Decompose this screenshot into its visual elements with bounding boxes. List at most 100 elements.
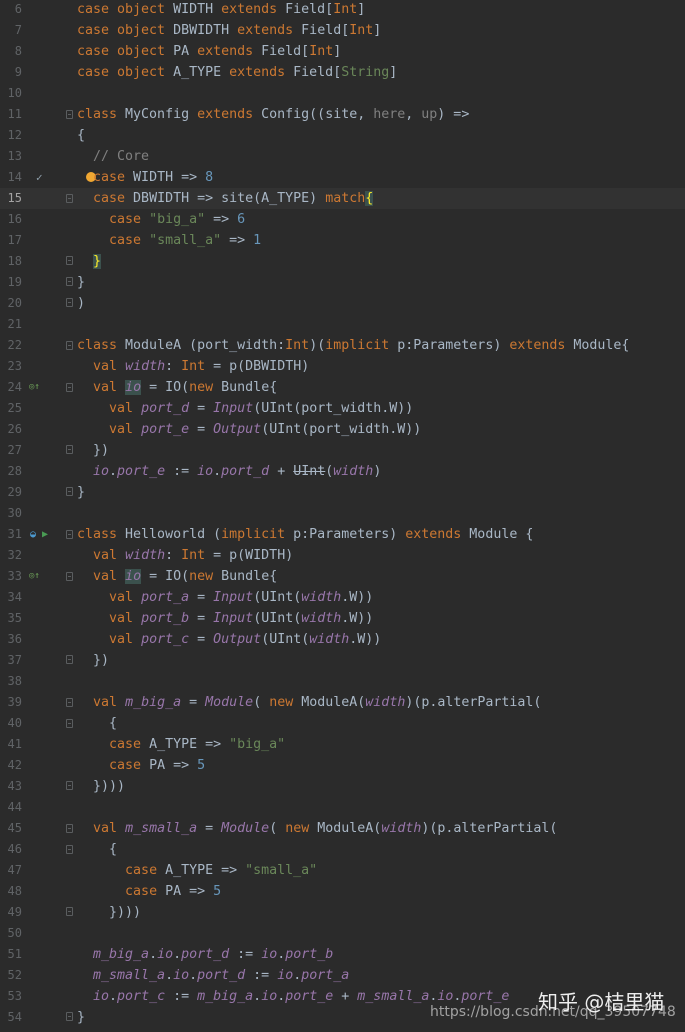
code-line[interactable]: 26 val port_e = Output(UInt(port_width.W…	[0, 419, 685, 440]
code-line[interactable]: 32 val width: Int = p(WIDTH)	[0, 545, 685, 566]
code-line[interactable]: 30	[0, 503, 685, 524]
code-line[interactable]: 16 case "big_a" => 6	[0, 209, 685, 230]
fold-marker-icon[interactable]	[66, 383, 73, 392]
code-line[interactable]: 28 io.port_e := io.port_d + UInt(width)	[0, 461, 685, 482]
code-text: val m_big_a = Module( new ModuleA(width)…	[93, 695, 542, 710]
code-line[interactable]: 22 class ModuleA (port_width:Int)(implici…	[0, 335, 685, 356]
line-number: 30	[7, 506, 22, 520]
code-line[interactable]: 40 {	[0, 713, 685, 734]
code-line[interactable]: 34 val port_a = Input(UInt(width.W))	[0, 587, 685, 608]
code-line[interactable]: 35 val port_b = Input(UInt(width.W))	[0, 608, 685, 629]
code-line[interactable]: 49 })))	[0, 902, 685, 923]
code-text: m_small_a.io.port_d := io.port_a	[93, 968, 350, 983]
code-line[interactable]: 31 ◒ ▶ class Helloworld (implicit p:Paramet…	[0, 524, 685, 545]
code-line[interactable]: 52 m_small_a.io.port_d := io.port_a	[0, 965, 685, 986]
fold-marker-icon[interactable]	[66, 194, 73, 203]
line-number: 16	[7, 212, 22, 226]
code-line[interactable]: 18 }	[0, 251, 685, 272]
fold-marker-icon[interactable]	[66, 572, 73, 581]
fold-marker-icon[interactable]	[66, 655, 73, 664]
fold-marker-icon[interactable]	[66, 110, 73, 119]
line-number: 21	[7, 317, 22, 331]
code-line[interactable]: 38	[0, 671, 685, 692]
code-text: class MyConfig extends Config((site, her…	[77, 107, 470, 122]
code-text: {	[77, 128, 86, 143]
code-line[interactable]: 23 val width: Int = p(DBWIDTH)	[0, 356, 685, 377]
line-number: 31	[7, 527, 22, 541]
line-number: 11	[7, 107, 22, 121]
code-text: val port_e = Output(UInt(port_width.W))	[109, 422, 422, 437]
line-number: 50	[7, 926, 22, 940]
line-number: 19	[7, 275, 22, 289]
code-line[interactable]: 27 })	[0, 440, 685, 461]
code-line[interactable]: 48 case PA => 5	[0, 881, 685, 902]
fold-marker-icon[interactable]	[66, 277, 73, 286]
line-number: 54	[7, 1010, 22, 1024]
code-line[interactable]: 20)	[0, 293, 685, 314]
fold-marker-icon[interactable]	[66, 1012, 73, 1021]
code-line[interactable]: 17 case "small_a" => 1	[0, 230, 685, 251]
code-line[interactable]: 43 })))	[0, 776, 685, 797]
code-line[interactable]: 11 class MyConfig extends Config((site, h…	[0, 104, 685, 125]
override-icon[interactable]: ◎↑	[29, 377, 40, 398]
code-line[interactable]: 15 case DBWIDTH => site(A_TYPE) match{	[0, 188, 685, 209]
code-line[interactable]: 51 m_big_a.io.port_d := io.port_b	[0, 944, 685, 965]
code-line[interactable]: 10	[0, 83, 685, 104]
override-icon[interactable]: ◎↑	[29, 566, 40, 587]
code-line[interactable]: 9 case object A_TYPE extends Field[String…	[0, 62, 685, 83]
line-number: 18	[7, 254, 22, 268]
code-line[interactable]: 19}	[0, 272, 685, 293]
code-line[interactable]: 42 case PA => 5	[0, 755, 685, 776]
code-text: case DBWIDTH => site(A_TYPE) match{	[93, 191, 374, 206]
code-line[interactable]: 47 case A_TYPE => "small_a"	[0, 860, 685, 881]
fold-marker-icon[interactable]	[66, 445, 73, 454]
fold-marker-icon[interactable]	[66, 341, 73, 350]
fold-marker-icon[interactable]	[66, 698, 73, 707]
line-number: 52	[7, 968, 22, 982]
fold-marker-icon[interactable]	[66, 530, 73, 539]
fold-marker-icon[interactable]	[66, 256, 73, 265]
line-number: 38	[7, 674, 22, 688]
code-line[interactable]: 44	[0, 797, 685, 818]
code-line[interactable]: 8 case object PA extends Field[Int]	[0, 41, 685, 62]
code-line[interactable]: 21	[0, 314, 685, 335]
code-line[interactable]: 50	[0, 923, 685, 944]
fold-marker-icon[interactable]	[66, 845, 73, 854]
code-line[interactable]: 37 })	[0, 650, 685, 671]
fold-marker-icon[interactable]	[66, 298, 73, 307]
code-line[interactable]: 13 // Core	[0, 146, 685, 167]
code-line[interactable]: 39 val m_big_a = Module( new ModuleA(wid…	[0, 692, 685, 713]
code-line[interactable]: 36 val port_c = Output(UInt(width.W))	[0, 629, 685, 650]
code-line[interactable]: 7 case object DBWIDTH extends Field[Int]	[0, 20, 685, 41]
code-line[interactable]: 14 ✓ case WIDTH => 8	[0, 167, 685, 188]
code-text: val io = IO(new Bundle{	[93, 569, 278, 584]
code-line[interactable]: 25 val port_d = Input(UInt(port_width.W)…	[0, 398, 685, 419]
code-line[interactable]: 33 ◎↑ val io = IO(new Bundle{	[0, 566, 685, 587]
line-number: 26	[7, 422, 22, 436]
code-line[interactable]: 46 {	[0, 839, 685, 860]
fold-marker-icon[interactable]	[66, 487, 73, 496]
code-text: case A_TYPE => "big_a"	[109, 737, 286, 752]
code-text: m_big_a.io.port_d := io.port_b	[93, 947, 334, 962]
code-line[interactable]: 45 val m_small_a = Module( new ModuleA(w…	[0, 818, 685, 839]
code-text: case object PA extends Field[Int]	[77, 44, 342, 59]
line-number: 39	[7, 695, 22, 709]
line-number: 44	[7, 800, 22, 814]
check-icon[interactable]: ✓	[36, 167, 43, 188]
code-editor[interactable]: 6 case object WIDTH extends Field[Int] 7 ca…	[0, 0, 685, 1032]
line-number: 47	[7, 863, 22, 877]
fold-marker-icon[interactable]	[66, 824, 73, 833]
code-text: case "big_a" => 6	[109, 212, 246, 227]
code-text: })	[77, 653, 110, 668]
line-number: 45	[7, 821, 22, 835]
fold-marker-icon[interactable]	[66, 781, 73, 790]
code-line[interactable]: 29}	[0, 482, 685, 503]
fold-marker-icon[interactable]	[66, 907, 73, 916]
code-line[interactable]: 12 {	[0, 125, 685, 146]
code-text: }	[77, 1010, 86, 1025]
code-line[interactable]: 6 case object WIDTH extends Field[Int]	[0, 0, 685, 20]
code-line[interactable]: 41 case A_TYPE => "big_a"	[0, 734, 685, 755]
code-line[interactable]: 24 ◎↑ val io = IO(new Bundle{	[0, 377, 685, 398]
fold-marker-icon[interactable]	[66, 719, 73, 728]
run-icon[interactable]: ◒ ▶	[30, 524, 48, 545]
